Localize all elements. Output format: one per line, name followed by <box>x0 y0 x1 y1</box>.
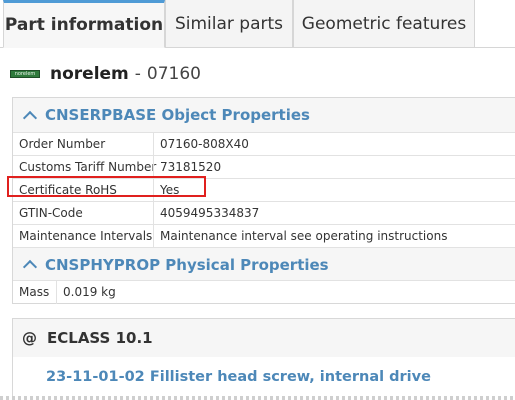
section-title: CNSERPBASE Object Properties <box>45 106 310 124</box>
property-row: Maintenance Intervals Maintenance interv… <box>13 224 515 247</box>
property-key: Mass <box>19 285 50 299</box>
column-divider <box>153 225 154 247</box>
property-row: Order Number 07160-808X40 <box>13 132 515 155</box>
chevron-up-icon[interactable] <box>22 259 38 275</box>
norelem-logo: norelem <box>10 70 40 78</box>
property-value: Maintenance interval see operating instr… <box>160 229 448 243</box>
chevron-up-icon[interactable] <box>22 110 38 125</box>
property-row: Mass 0.019 kg <box>13 280 515 304</box>
part-number: 07160 <box>146 64 202 84</box>
tab-geometric-features[interactable]: Geometric features <box>293 0 475 48</box>
property-key: Customs Tariff Number <box>19 160 157 174</box>
column-divider <box>153 202 154 224</box>
eclass-panel: @ ECLASS 10.1 23-11-01-02 Fillister head… <box>12 318 515 400</box>
property-key: Maintenance Intervals <box>19 229 153 243</box>
property-row: Customs Tariff Number 73181520 <box>13 155 515 178</box>
eclass-header: @ ECLASS 10.1 <box>13 319 515 357</box>
property-key: GTIN-Code <box>19 206 83 220</box>
eclass-title: ECLASS 10.1 <box>47 329 153 347</box>
properties-panel: CNSERPBASE Object Properties Order Numbe… <box>12 97 515 304</box>
tab-part-information[interactable]: Part information <box>3 0 165 48</box>
column-divider <box>56 281 57 304</box>
column-divider <box>153 156 154 178</box>
brand-name: norelem <box>50 64 129 84</box>
property-key: Order Number <box>19 137 106 151</box>
highlight-box <box>7 176 206 197</box>
title-separator: - <box>134 64 141 84</box>
eclass-classification-link[interactable]: 23-11-01-02 Fillister head screw, intern… <box>46 369 431 385</box>
part-header: norelem norelem - 07160 <box>10 60 201 88</box>
bottom-divider <box>0 396 515 400</box>
at-icon: @ <box>22 329 37 347</box>
column-divider <box>153 133 154 155</box>
property-value: 07160-808X40 <box>160 137 249 151</box>
tab-similar-parts[interactable]: Similar parts <box>165 0 293 48</box>
property-value: 73181520 <box>160 160 222 174</box>
tab-bar: Part information Similar parts Geometric… <box>0 0 515 48</box>
section-header-cnsphyprop[interactable]: CNSPHYPROP Physical Properties <box>13 247 515 281</box>
property-row: GTIN-Code 4059495334837 <box>13 201 515 224</box>
property-value: 4059495334837 <box>160 206 260 220</box>
property-value: 0.019 kg <box>63 285 116 299</box>
section-title: CNSPHYPROP Physical Properties <box>45 255 329 274</box>
section-header-cnserpbase[interactable]: CNSERPBASE Object Properties <box>13 98 515 132</box>
